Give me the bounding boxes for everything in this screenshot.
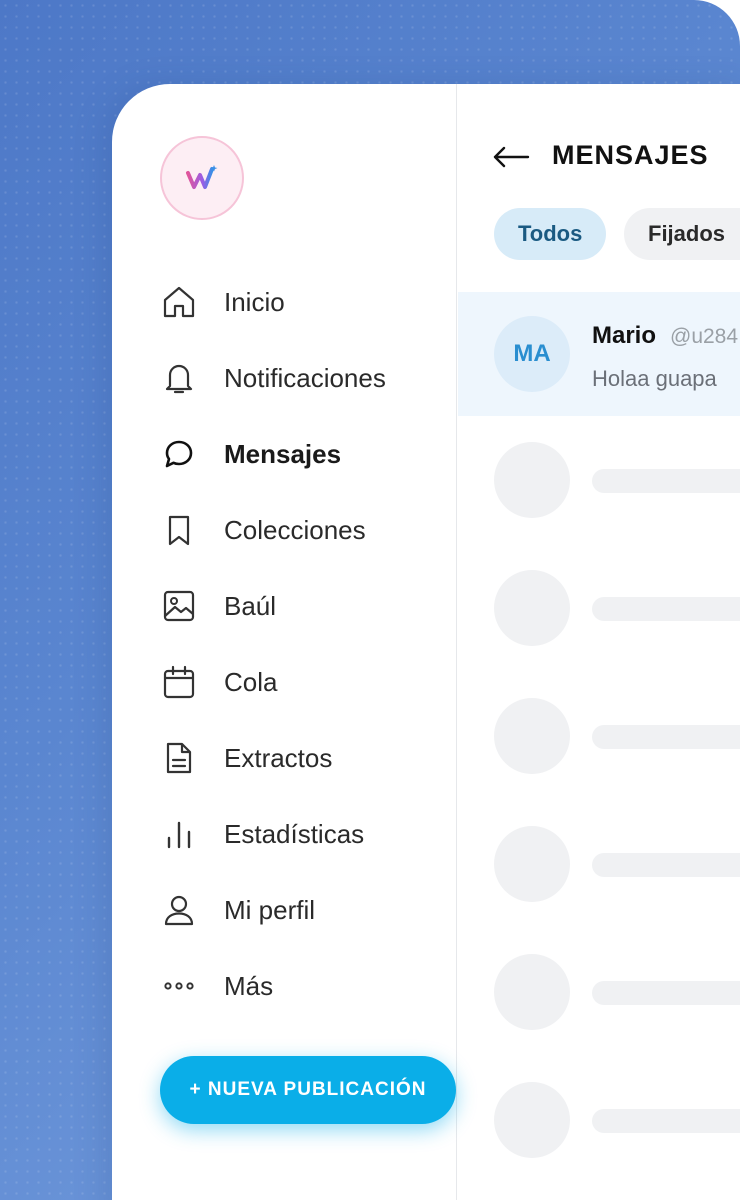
messages-panel: MENSAJES Todos Fijados MA Mario @u284 Ho… — [458, 84, 740, 1200]
sidebar-item-mensajes[interactable]: Mensajes — [160, 432, 440, 476]
skeleton-row — [458, 570, 740, 650]
skeleton-line — [592, 1109, 740, 1133]
skeleton-line — [592, 469, 740, 493]
sidebar-item-mi-perfil[interactable]: Mi perfil — [160, 888, 440, 932]
brand-logo-icon — [186, 165, 218, 189]
skeleton-row — [458, 1082, 740, 1162]
more-dots-icon — [160, 967, 198, 1005]
user-icon — [160, 891, 198, 929]
skeleton-avatar — [494, 698, 570, 774]
skeleton-line — [592, 725, 740, 749]
skeleton-avatar — [494, 1082, 570, 1158]
app-window: Inicio Notificaciones Mensajes Coleccion… — [112, 84, 740, 1200]
sidebar-item-label: Inicio — [224, 286, 285, 317]
skeleton-avatar — [494, 442, 570, 518]
skeleton-line — [592, 853, 740, 877]
image-icon — [160, 587, 198, 625]
avatar: MA — [494, 316, 570, 392]
skeleton-row — [458, 442, 740, 522]
app-frame: Inicio Notificaciones Mensajes Coleccion… — [0, 0, 740, 1200]
bar-chart-icon — [160, 815, 198, 853]
skeleton-line — [592, 981, 740, 1005]
page-title: MENSAJES — [552, 140, 709, 170]
sidebar-item-notificaciones[interactable]: Notificaciones — [160, 356, 440, 400]
message-list-item[interactable]: MA Mario @u284 Holaa guapa — [458, 292, 740, 416]
sidebar-item-colecciones[interactable]: Colecciones — [160, 508, 440, 552]
sidebar-item-inicio[interactable]: Inicio — [160, 280, 440, 324]
filter-chip-fijados[interactable]: Fijados — [624, 208, 740, 260]
sidebar-item-label: Estadísticas — [224, 818, 365, 849]
sidebar-item-label: Colecciones — [224, 514, 366, 545]
bell-icon — [160, 359, 198, 397]
message-sender-handle: @u284 — [670, 325, 739, 348]
sidebar-item-label: Baúl — [224, 590, 277, 621]
sidebar-item-estadisticas[interactable]: Estadísticas — [160, 812, 440, 856]
sidebar: Inicio Notificaciones Mensajes Coleccion… — [112, 84, 457, 1200]
sidebar-item-baul[interactable]: Baúl — [160, 584, 440, 628]
bookmark-icon — [160, 511, 198, 549]
new-post-button[interactable]: + NUEVA PUBLICACIÓN — [160, 1056, 456, 1124]
message-sender-name: Mario — [592, 322, 657, 349]
sidebar-item-extractos[interactable]: Extractos — [160, 736, 440, 780]
skeleton-avatar — [494, 826, 570, 902]
skeleton-avatar — [494, 570, 570, 646]
message-preview: Holaa guapa — [592, 366, 717, 391]
sidebar-item-mas[interactable]: Más — [160, 964, 440, 1008]
calendar-icon — [160, 663, 198, 701]
sidebar-item-label: Notificaciones — [224, 362, 386, 393]
sidebar-item-label: Extractos — [224, 742, 333, 773]
sidebar-item-label: Cola — [224, 666, 278, 697]
skeleton-avatar — [494, 954, 570, 1030]
sidebar-item-label: Más — [224, 970, 274, 1001]
chat-bubble-icon — [160, 435, 198, 473]
sidebar-item-cola[interactable]: Cola — [160, 660, 440, 704]
home-icon — [160, 283, 198, 321]
skeleton-row — [458, 698, 740, 778]
skeleton-line — [592, 597, 740, 621]
filter-chip-todos[interactable]: Todos — [494, 208, 607, 260]
sidebar-item-label: Mi perfil — [224, 894, 316, 925]
back-arrow-icon[interactable] — [492, 142, 532, 172]
skeleton-row — [458, 826, 740, 906]
skeleton-row — [458, 954, 740, 1034]
brand-logo[interactable] — [160, 136, 244, 220]
sidebar-item-label: Mensajes — [224, 438, 342, 469]
document-icon — [160, 739, 198, 777]
